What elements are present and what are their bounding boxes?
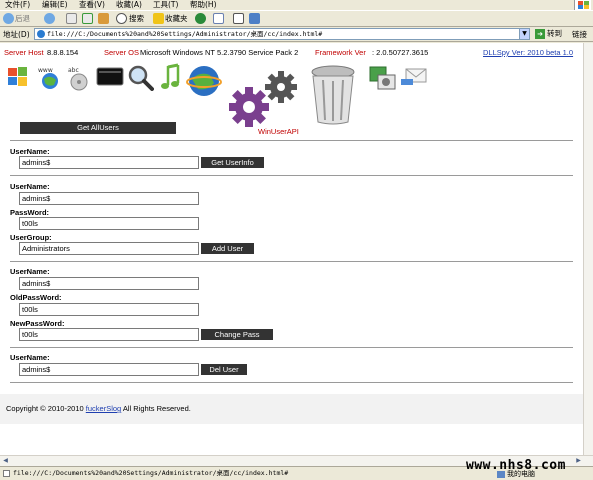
change-username-input[interactable]: admins$ (19, 277, 199, 290)
email-icon[interactable] (400, 67, 428, 89)
magnifier-icon[interactable] (126, 63, 154, 91)
footer-blog-link[interactable]: fuckerSlog (86, 404, 121, 413)
add-password-input[interactable]: t00ls (19, 217, 199, 230)
add-username-input[interactable]: admins$ (19, 192, 199, 205)
edit-icon[interactable] (249, 13, 260, 24)
scroll-right-icon[interactable]: ▶ (574, 457, 583, 465)
svg-text:www: www (38, 67, 53, 74)
search-button[interactable]: 搜索 (129, 13, 144, 25)
tool-icons-row: www abc (0, 59, 583, 129)
add-user-button[interactable]: Add User (201, 243, 254, 254)
www-globe-icon[interactable]: www (36, 64, 62, 90)
menu-bar: 文件(F) 编辑(E) 查看(V) 收藏(A) 工具(T) 帮助(H) (0, 0, 593, 10)
del-username-label: UserName: (10, 353, 50, 362)
divider (10, 140, 573, 141)
menu-view[interactable]: 查看(V) (79, 0, 105, 10)
address-bar: 地址(D) file:///C:/Documents%20and%20Setti… (0, 27, 593, 42)
info-username-input[interactable]: admins$ (19, 156, 199, 169)
refresh-icon[interactable] (82, 13, 93, 24)
copyright-text: Copyright © 2010-2010 fuckerSlog All Rig… (6, 404, 191, 414)
menu-edit[interactable]: 编辑(E) (42, 0, 68, 10)
music-note-icon[interactable] (158, 63, 182, 93)
framework-value: : 2.0.50727.3615 (372, 48, 429, 57)
back-arrow-icon[interactable] (3, 13, 14, 24)
page-icon (3, 470, 10, 477)
server-host-value: 8.8.8.154 (47, 48, 79, 57)
gears-icon[interactable] (225, 67, 299, 129)
del-username-input[interactable]: admins$ (19, 363, 199, 376)
text-editor-icon[interactable]: abc (66, 64, 92, 92)
favorites-button[interactable]: 收藏夹 (165, 13, 188, 25)
pictures-icon[interactable] (368, 65, 398, 93)
favorites-star-icon[interactable] (153, 13, 164, 24)
terminal-icon[interactable] (96, 67, 124, 87)
links-button[interactable]: 链接 (572, 29, 587, 40)
zone-label: 我的电脑 (507, 470, 535, 478)
get-all-users-button[interactable]: Get AllUsers (20, 122, 176, 134)
copyright-prefix: Copyright © 2010-2010 (6, 404, 84, 413)
change-pass-button[interactable]: Change Pass (201, 329, 273, 340)
version-link[interactable]: DLLSpy Ver: 2010 beta 1.0 (483, 47, 573, 59)
address-dropdown-icon[interactable]: ▼ (519, 29, 529, 39)
status-bar: file:///C:/Documents%20and%20Settings/Ad… (0, 458, 593, 480)
add-username-label: UserName: (10, 182, 50, 191)
stop-icon[interactable] (66, 13, 77, 24)
svg-text:abc: abc (68, 67, 79, 74)
trash-bin-icon[interactable] (309, 64, 357, 126)
change-oldpass-input[interactable]: t00ls (19, 303, 199, 316)
status-url: file:///C:/Documents%20and%20Settings/Ad… (13, 469, 289, 477)
winuserapi-label: WinUserAPI (258, 127, 299, 136)
go-button[interactable]: ➜ 转到 (535, 28, 562, 40)
server-info-bar: Server Host 8.8.8.154 Server OS Microsof… (0, 47, 583, 59)
menu-file[interactable]: 文件(F) (5, 0, 30, 10)
internet-globe-icon[interactable] (186, 63, 222, 99)
go-label: 转到 (547, 29, 562, 38)
mail-icon[interactable] (213, 13, 224, 24)
home-icon[interactable] (98, 13, 109, 24)
change-username-label: UserName: (10, 267, 50, 276)
copyright-suffix: All Rights Reserved. (122, 404, 191, 413)
menu-help[interactable]: 帮助(H) (190, 0, 217, 10)
windows-logo-icon (574, 0, 591, 10)
address-label: 地址(D) (3, 30, 30, 39)
address-url[interactable]: file:///C:/Documents%20and%20Settings/Ad… (47, 29, 322, 39)
del-user-button[interactable]: Del User (201, 364, 247, 375)
back-button[interactable]: 后退 (15, 13, 30, 25)
server-os-label: Server OS (104, 48, 140, 57)
menu-tools[interactable]: 工具(T) (153, 0, 178, 10)
get-userinfo-button[interactable]: Get UserInfo (201, 157, 264, 168)
framework-label: Framework Ver (315, 48, 366, 57)
search-icon[interactable] (116, 13, 127, 24)
page-footer: Copyright © 2010-2010 fuckerSlog All Rig… (0, 394, 583, 424)
print-icon[interactable] (233, 13, 244, 24)
security-zone: 我的电脑 (497, 469, 535, 479)
divider (10, 175, 573, 176)
divider (10, 347, 573, 348)
browser-toolbar: 后退 搜索 收藏夹 (0, 10, 593, 27)
divider (10, 382, 573, 383)
windows-flag-icon[interactable] (6, 64, 30, 88)
server-os-value: Microsoft Windows NT 5.2.3790 Service Pa… (140, 48, 299, 57)
divider (10, 261, 573, 262)
change-newpass-input[interactable]: t00ls (19, 328, 199, 341)
address-input[interactable]: file:///C:/Documents%20and%20Settings/Ad… (34, 28, 530, 40)
ie-page-icon (37, 30, 45, 38)
change-oldpass-label: OldPassWord: (10, 293, 62, 302)
add-group-input[interactable]: Administrators (19, 242, 199, 255)
page-viewport: Server Host 8.8.8.154 Server OS Microsof… (0, 43, 583, 455)
computer-icon (497, 470, 505, 478)
server-host-label: Server Host (4, 48, 44, 57)
go-arrow-icon: ➜ (535, 29, 545, 39)
menu-favorites[interactable]: 收藏(A) (116, 0, 142, 10)
history-icon[interactable] (195, 13, 206, 24)
scroll-left-icon[interactable]: ◀ (1, 457, 10, 465)
forward-arrow-icon[interactable] (44, 13, 55, 24)
vertical-scrollbar[interactable] (583, 43, 593, 455)
